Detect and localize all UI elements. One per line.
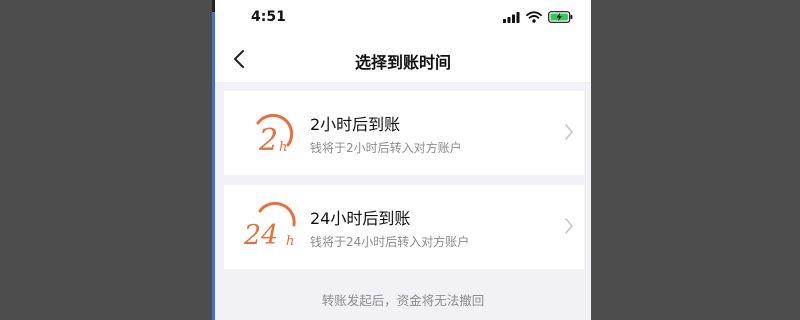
status-bar: 4:51	[215, 0, 591, 36]
badge-24h-unit: h	[286, 234, 294, 249]
chevron-right-icon	[565, 218, 573, 234]
option-24h[interactable]: 24 h 24小时后到账 钱将于24小时后转入对方账户	[224, 185, 584, 269]
option-description: 钱将于24小时后转入对方账户	[310, 235, 470, 249]
option-description: 钱将于2小时后转入对方账户	[310, 141, 462, 155]
battery-charging-icon	[548, 11, 573, 23]
wifi-icon	[526, 11, 542, 23]
nav-bar: 选择到账时间	[215, 36, 591, 82]
status-time: 4:51	[251, 9, 286, 25]
option-label: 24小时后到账	[310, 209, 411, 228]
badge-24h-icon: 24 h	[243, 201, 296, 251]
signal-icon	[503, 11, 520, 23]
badge-2h-icon: 2 h	[256, 113, 294, 158]
badge-2h-unit: h	[279, 140, 287, 155]
badge-24h-number: 24	[243, 220, 278, 251]
chevron-right-icon	[565, 124, 573, 140]
option-label: 2小时后到账	[310, 115, 401, 134]
status-icons	[503, 11, 573, 23]
phone-screen: 4:51 选择到账时间 2 h 2小时后到账 钱将于2小时后转入对方账户 24 …	[215, 0, 591, 320]
footer-note: 转账发起后，资金将无法撤回	[321, 293, 485, 308]
badge-2h-number: 2	[258, 123, 278, 158]
option-2h[interactable]: 2 h 2小时后到账 钱将于2小时后转入对方账户	[224, 91, 584, 175]
page-title: 选择到账时间	[354, 53, 451, 72]
